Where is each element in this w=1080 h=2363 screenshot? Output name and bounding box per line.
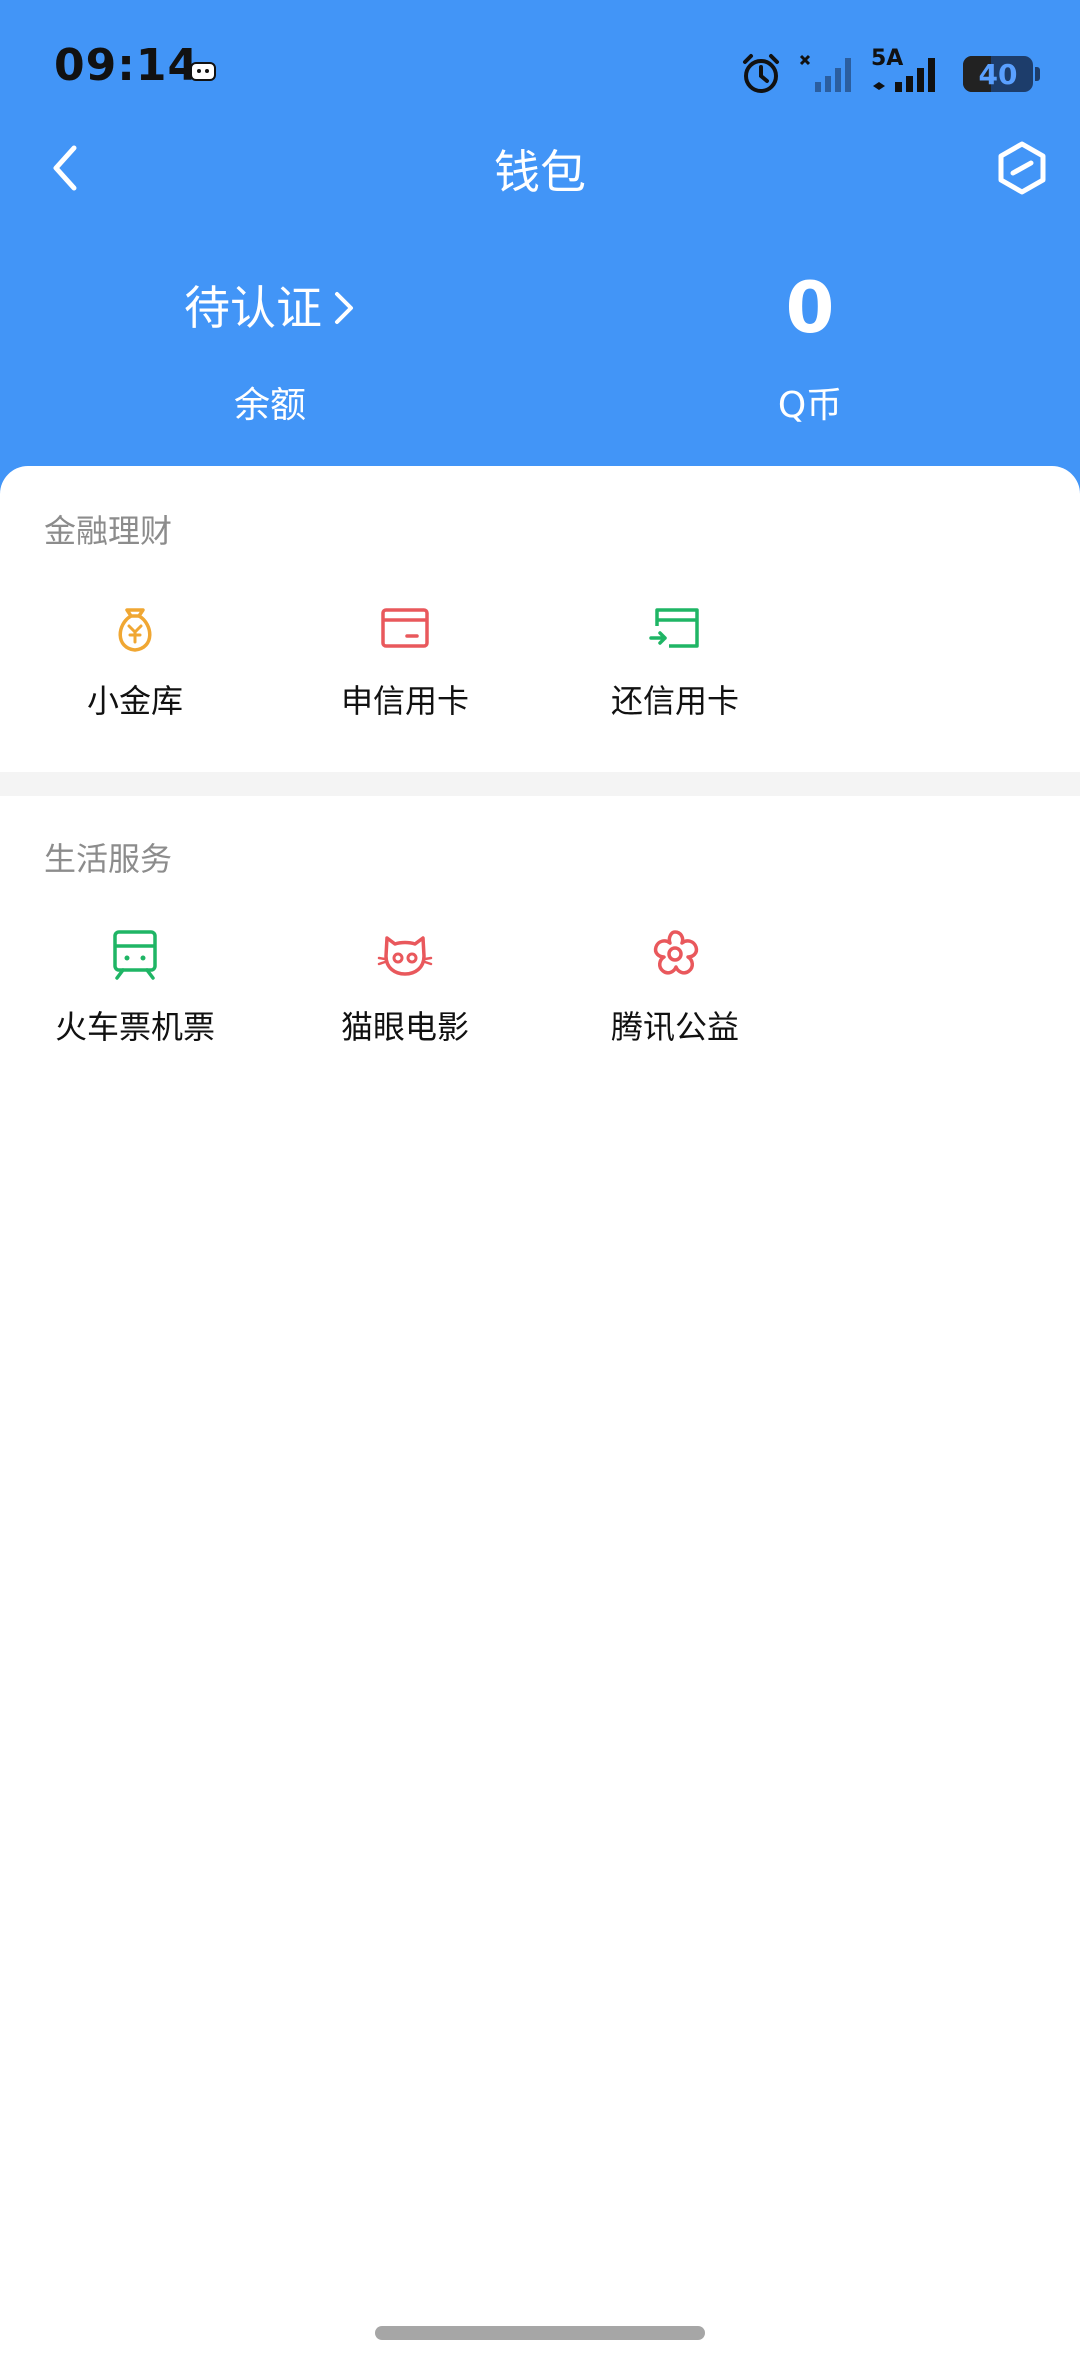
home-indicator[interactable] (375, 2326, 705, 2340)
alarm-icon (743, 54, 779, 93)
chevron-right-icon (335, 292, 353, 324)
signal-strong-icon (873, 58, 935, 92)
grid-label: 小金库 (86, 682, 183, 720)
status-time: 09:14 (54, 40, 200, 91)
grid-item-train-flight[interactable]: 火车票机票 (0, 926, 270, 1048)
battery-nub (1035, 67, 1040, 81)
grid-label: 还信用卡 (610, 682, 739, 720)
qcoin-value: 0 (785, 267, 835, 349)
battery-level: 40 (978, 57, 1018, 91)
grid-label: 申信用卡 (340, 682, 469, 720)
grid-item-repay-credit-card[interactable]: 还信用卡 (540, 600, 810, 722)
grid-item-apply-credit-card[interactable]: 申信用卡 (270, 600, 540, 722)
page-title: 钱包 (494, 145, 586, 199)
grid-item-xiaojinku[interactable]: 小金库 (0, 600, 270, 722)
status-icons: 5A 40 (739, 44, 1040, 104)
balance-status-text: 待认证 (184, 281, 322, 335)
grid-item-tencent-charity[interactable]: 腾讯公益 (540, 926, 810, 1048)
battery-icon: 40 (963, 56, 1033, 92)
section-title-life: 生活服务 (44, 840, 173, 878)
grid-label: 火车票机票 (54, 1008, 215, 1046)
balance-status[interactable]: 待认证 (184, 270, 356, 346)
qcoin-cell[interactable]: 0 Q币 (540, 270, 1080, 428)
credit-card-icon (381, 608, 429, 648)
section-divider (0, 772, 1080, 796)
grid-item-maoyan-movie[interactable]: 猫眼电影 (270, 926, 540, 1048)
money-bag-icon (118, 608, 152, 652)
app-notification-icon (190, 62, 216, 81)
flower-icon (653, 930, 699, 975)
grid-label: 猫眼电影 (340, 1008, 469, 1046)
train-icon (113, 930, 157, 980)
cat-icon (377, 936, 433, 976)
card-repay-icon (649, 608, 699, 648)
qcoin-caption: Q币 (777, 385, 843, 426)
grid-label: 腾讯公益 (610, 1008, 739, 1046)
settings-hexagon-icon[interactable] (994, 140, 1050, 196)
services-card: 金融理财 小金库 申信用卡 还信用卡 生活服务 火车票机票 猫眼电影 腾讯公益 (0, 466, 1080, 2363)
balance-caption: 余额 (233, 385, 306, 426)
signal-no-service-icon (799, 54, 851, 92)
section-title-finance: 金融理财 (44, 512, 173, 550)
signal-5a-group: 5A (871, 46, 949, 96)
balance-cell[interactable]: 待认证 余额 (0, 270, 540, 428)
